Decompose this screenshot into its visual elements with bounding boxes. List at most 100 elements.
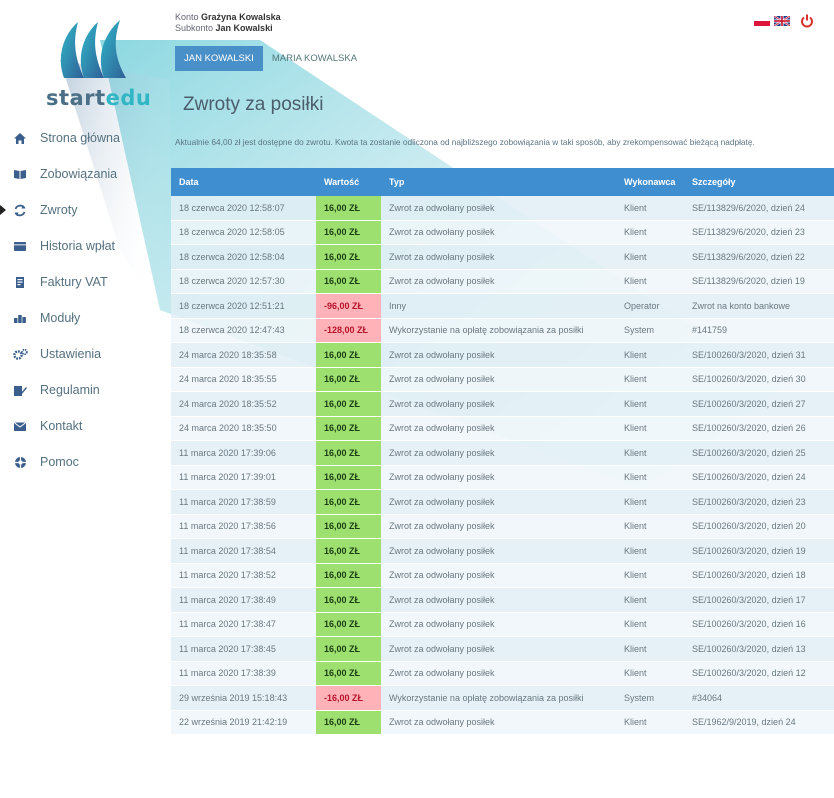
cell-value: 16,00 ZŁ [316, 636, 381, 662]
table-row[interactable]: 11 marca 2020 17:38:59 16,00 ZŁ Zwrot za o… [171, 489, 834, 515]
table-row[interactable]: 11 marca 2020 17:38:56 16,00 ZŁ Zwrot za o… [171, 514, 834, 539]
cell-date: 18 czerwca 2020 12:51:21 [171, 293, 316, 319]
cell-details: SE/100260/3/2020, dzień 12 [684, 661, 834, 686]
tab-maria-kowalska[interactable]: MARIA KOWALSKA [263, 46, 366, 71]
account-label: Konto [175, 12, 199, 22]
sidebar-item-payment-history[interactable]: Historia wpłat [0, 228, 170, 264]
cell-date: 18 czerwca 2020 12:47:43 [171, 318, 316, 343]
tab-jan-kowalski[interactable]: JAN KOWALSKI [175, 46, 263, 71]
table-row[interactable]: 24 marca 2020 18:35:50 16,00 ZŁ Zwrot za o… [171, 416, 834, 441]
cell-details: SE/100260/3/2020, dzień 18 [684, 563, 834, 588]
column-header-details[interactable]: Szczegóły [684, 168, 834, 196]
sidebar-item-modules[interactable]: Moduły [0, 300, 170, 336]
uk-flag-icon[interactable] [774, 16, 790, 26]
startedu-logo-icon[interactable] [54, 16, 134, 86]
sidebar-item-label: Strona główna [40, 131, 120, 145]
cell-performer: Klient [616, 636, 684, 662]
sidebar-item-obligations[interactable]: Zobowiązania [0, 156, 170, 192]
cell-type: Wykorzystanie na opłatę zobowiązania za … [381, 318, 616, 343]
table-row[interactable]: 18 czerwca 2020 12:58:04 16,00 ZŁ Zwrot za… [171, 244, 834, 270]
sidebar-item-vat-invoices[interactable]: Faktury VAT [0, 264, 170, 300]
cell-value: 16,00 ZŁ [316, 563, 381, 588]
cell-value: 16,00 ZŁ [316, 514, 381, 539]
sidebar-item-settings[interactable]: Ustawienia [0, 336, 170, 372]
cell-details: SE/113829/6/2020, dzień 23 [684, 220, 834, 245]
sidebar-item-label: Zwroty [40, 203, 78, 217]
cell-performer: System [616, 318, 684, 343]
help-icon [12, 454, 28, 470]
table-row[interactable]: 24 marca 2020 18:35:58 16,00 ZŁ Zwrot za o… [171, 342, 834, 368]
table-row[interactable]: 11 marca 2020 17:38:47 16,00 ZŁ Zwrot za o… [171, 612, 834, 637]
language-switcher [754, 14, 814, 28]
polish-flag-icon[interactable] [754, 16, 770, 26]
table-row[interactable]: 18 czerwca 2020 12:47:43 -128,00 ZŁ Wykorz… [171, 318, 834, 343]
table-row[interactable]: 18 czerwca 2020 12:57:30 16,00 ZŁ Zwrot za… [171, 269, 834, 294]
table-row[interactable]: 29 września 2019 15:18:43 -16,00 ZŁ Wykorz… [171, 685, 834, 711]
table-row[interactable]: 18 czerwca 2020 12:51:21 -96,00 ZŁ Inny Ope… [171, 293, 834, 319]
sidebar-item-help[interactable]: Pomoc [0, 444, 170, 480]
cell-performer: Klient [616, 465, 684, 490]
sidebar-item-refunds[interactable]: Zwroty [0, 192, 170, 228]
cell-performer: Klient [616, 391, 684, 417]
cell-type: Zwrot za odwołany posiłek [381, 514, 616, 539]
table-row[interactable]: 11 marca 2020 17:39:01 16,00 ZŁ Zwrot za o… [171, 465, 834, 490]
subaccount-label: Subkonto [175, 23, 214, 33]
cell-date: 11 marca 2020 17:39:01 [171, 465, 316, 490]
table-row[interactable]: 22 września 2019 21:42:19 16,00 ZŁ Zwrot z… [171, 710, 834, 735]
table-row[interactable]: 24 marca 2020 18:35:55 16,00 ZŁ Zwrot za o… [171, 367, 834, 392]
page-title: Zwroty za posiłki [183, 94, 324, 115]
table-row[interactable]: 18 czerwca 2020 12:58:05 16,00 ZŁ Zwrot za… [171, 220, 834, 245]
cell-date: 18 czerwca 2020 12:57:30 [171, 269, 316, 294]
cell-details: SE/100260/3/2020, dzień 16 [684, 612, 834, 637]
cell-value: 16,00 ZŁ [316, 367, 381, 392]
logout-power-icon[interactable] [800, 14, 814, 28]
cell-performer: Klient [616, 612, 684, 637]
table-row[interactable]: 11 marca 2020 17:38:54 16,00 ZŁ Zwrot za o… [171, 538, 834, 564]
cell-value: 16,00 ZŁ [316, 587, 381, 613]
cell-date: 18 czerwca 2020 12:58:05 [171, 220, 316, 245]
column-header-date[interactable]: Data [171, 168, 316, 196]
cell-type: Zwrot za odwołany posiłek [381, 612, 616, 637]
cell-details: #141759 [684, 318, 834, 343]
refresh-icon [12, 202, 28, 218]
cell-performer: Klient [616, 587, 684, 613]
sidebar-item-home[interactable]: Strona główna [0, 120, 170, 156]
cell-value: 16,00 ZŁ [316, 538, 381, 564]
cell-date: 24 marca 2020 18:35:52 [171, 391, 316, 417]
cell-type: Zwrot za odwołany posiłek [381, 661, 616, 686]
table-row[interactable]: 18 czerwca 2020 12:58:07 16,00 ZŁ Zwrot za… [171, 196, 834, 221]
cell-date: 22 września 2019 21:42:19 [171, 710, 316, 735]
cell-date: 11 marca 2020 17:38:52 [171, 563, 316, 588]
table-row[interactable]: 24 marca 2020 18:35:52 16,00 ZŁ Zwrot za o… [171, 391, 834, 417]
cell-performer: Operator [616, 293, 684, 319]
column-header-type[interactable]: Typ [381, 168, 616, 196]
cell-value: 16,00 ZŁ [316, 710, 381, 735]
sidebar-item-label: Zobowiązania [40, 167, 118, 181]
column-header-performer[interactable]: Wykonawca [616, 168, 684, 196]
table-row[interactable]: 11 marca 2020 17:38:45 16,00 ZŁ Zwrot za o… [171, 636, 834, 662]
cell-date: 11 marca 2020 17:38:45 [171, 636, 316, 662]
sidebar-item-label: Pomoc [40, 455, 79, 469]
cell-details: SE/100260/3/2020, dzień 20 [684, 514, 834, 539]
invoice-icon [12, 274, 28, 290]
table-header-row: Data Wartość Typ Wykonawca Szczegóły [171, 168, 834, 196]
sidebar-item-contact[interactable]: Kontakt [0, 408, 170, 444]
logo-text-start: start [46, 86, 106, 110]
cell-value: 16,00 ZŁ [316, 612, 381, 637]
cell-type: Zwrot za odwołany posiłek [381, 220, 616, 245]
cell-type: Zwrot za odwołany posiłek [381, 710, 616, 735]
sidebar-item-label: Faktury VAT [40, 275, 108, 289]
table-row[interactable]: 11 marca 2020 17:38:52 16,00 ZŁ Zwrot za o… [171, 563, 834, 588]
cell-value: 16,00 ZŁ [316, 440, 381, 466]
sidebar-item-label: Regulamin [40, 383, 100, 397]
cell-date: 24 marca 2020 18:35:58 [171, 342, 316, 368]
subaccount-line: Subkonto Jan Kowalski [175, 23, 281, 34]
logo-text: startedu [46, 86, 151, 110]
cell-performer: Klient [616, 661, 684, 686]
table-row[interactable]: 11 marca 2020 17:38:49 16,00 ZŁ Zwrot za o… [171, 587, 834, 613]
table-row[interactable]: 11 marca 2020 17:39:06 16,00 ZŁ Zwrot za o… [171, 440, 834, 466]
table-row[interactable]: 11 marca 2020 17:38:39 16,00 ZŁ Zwrot za o… [171, 661, 834, 686]
cell-performer: Klient [616, 514, 684, 539]
sidebar-item-terms[interactable]: Regulamin [0, 372, 170, 408]
column-header-value[interactable]: Wartość [316, 168, 381, 196]
